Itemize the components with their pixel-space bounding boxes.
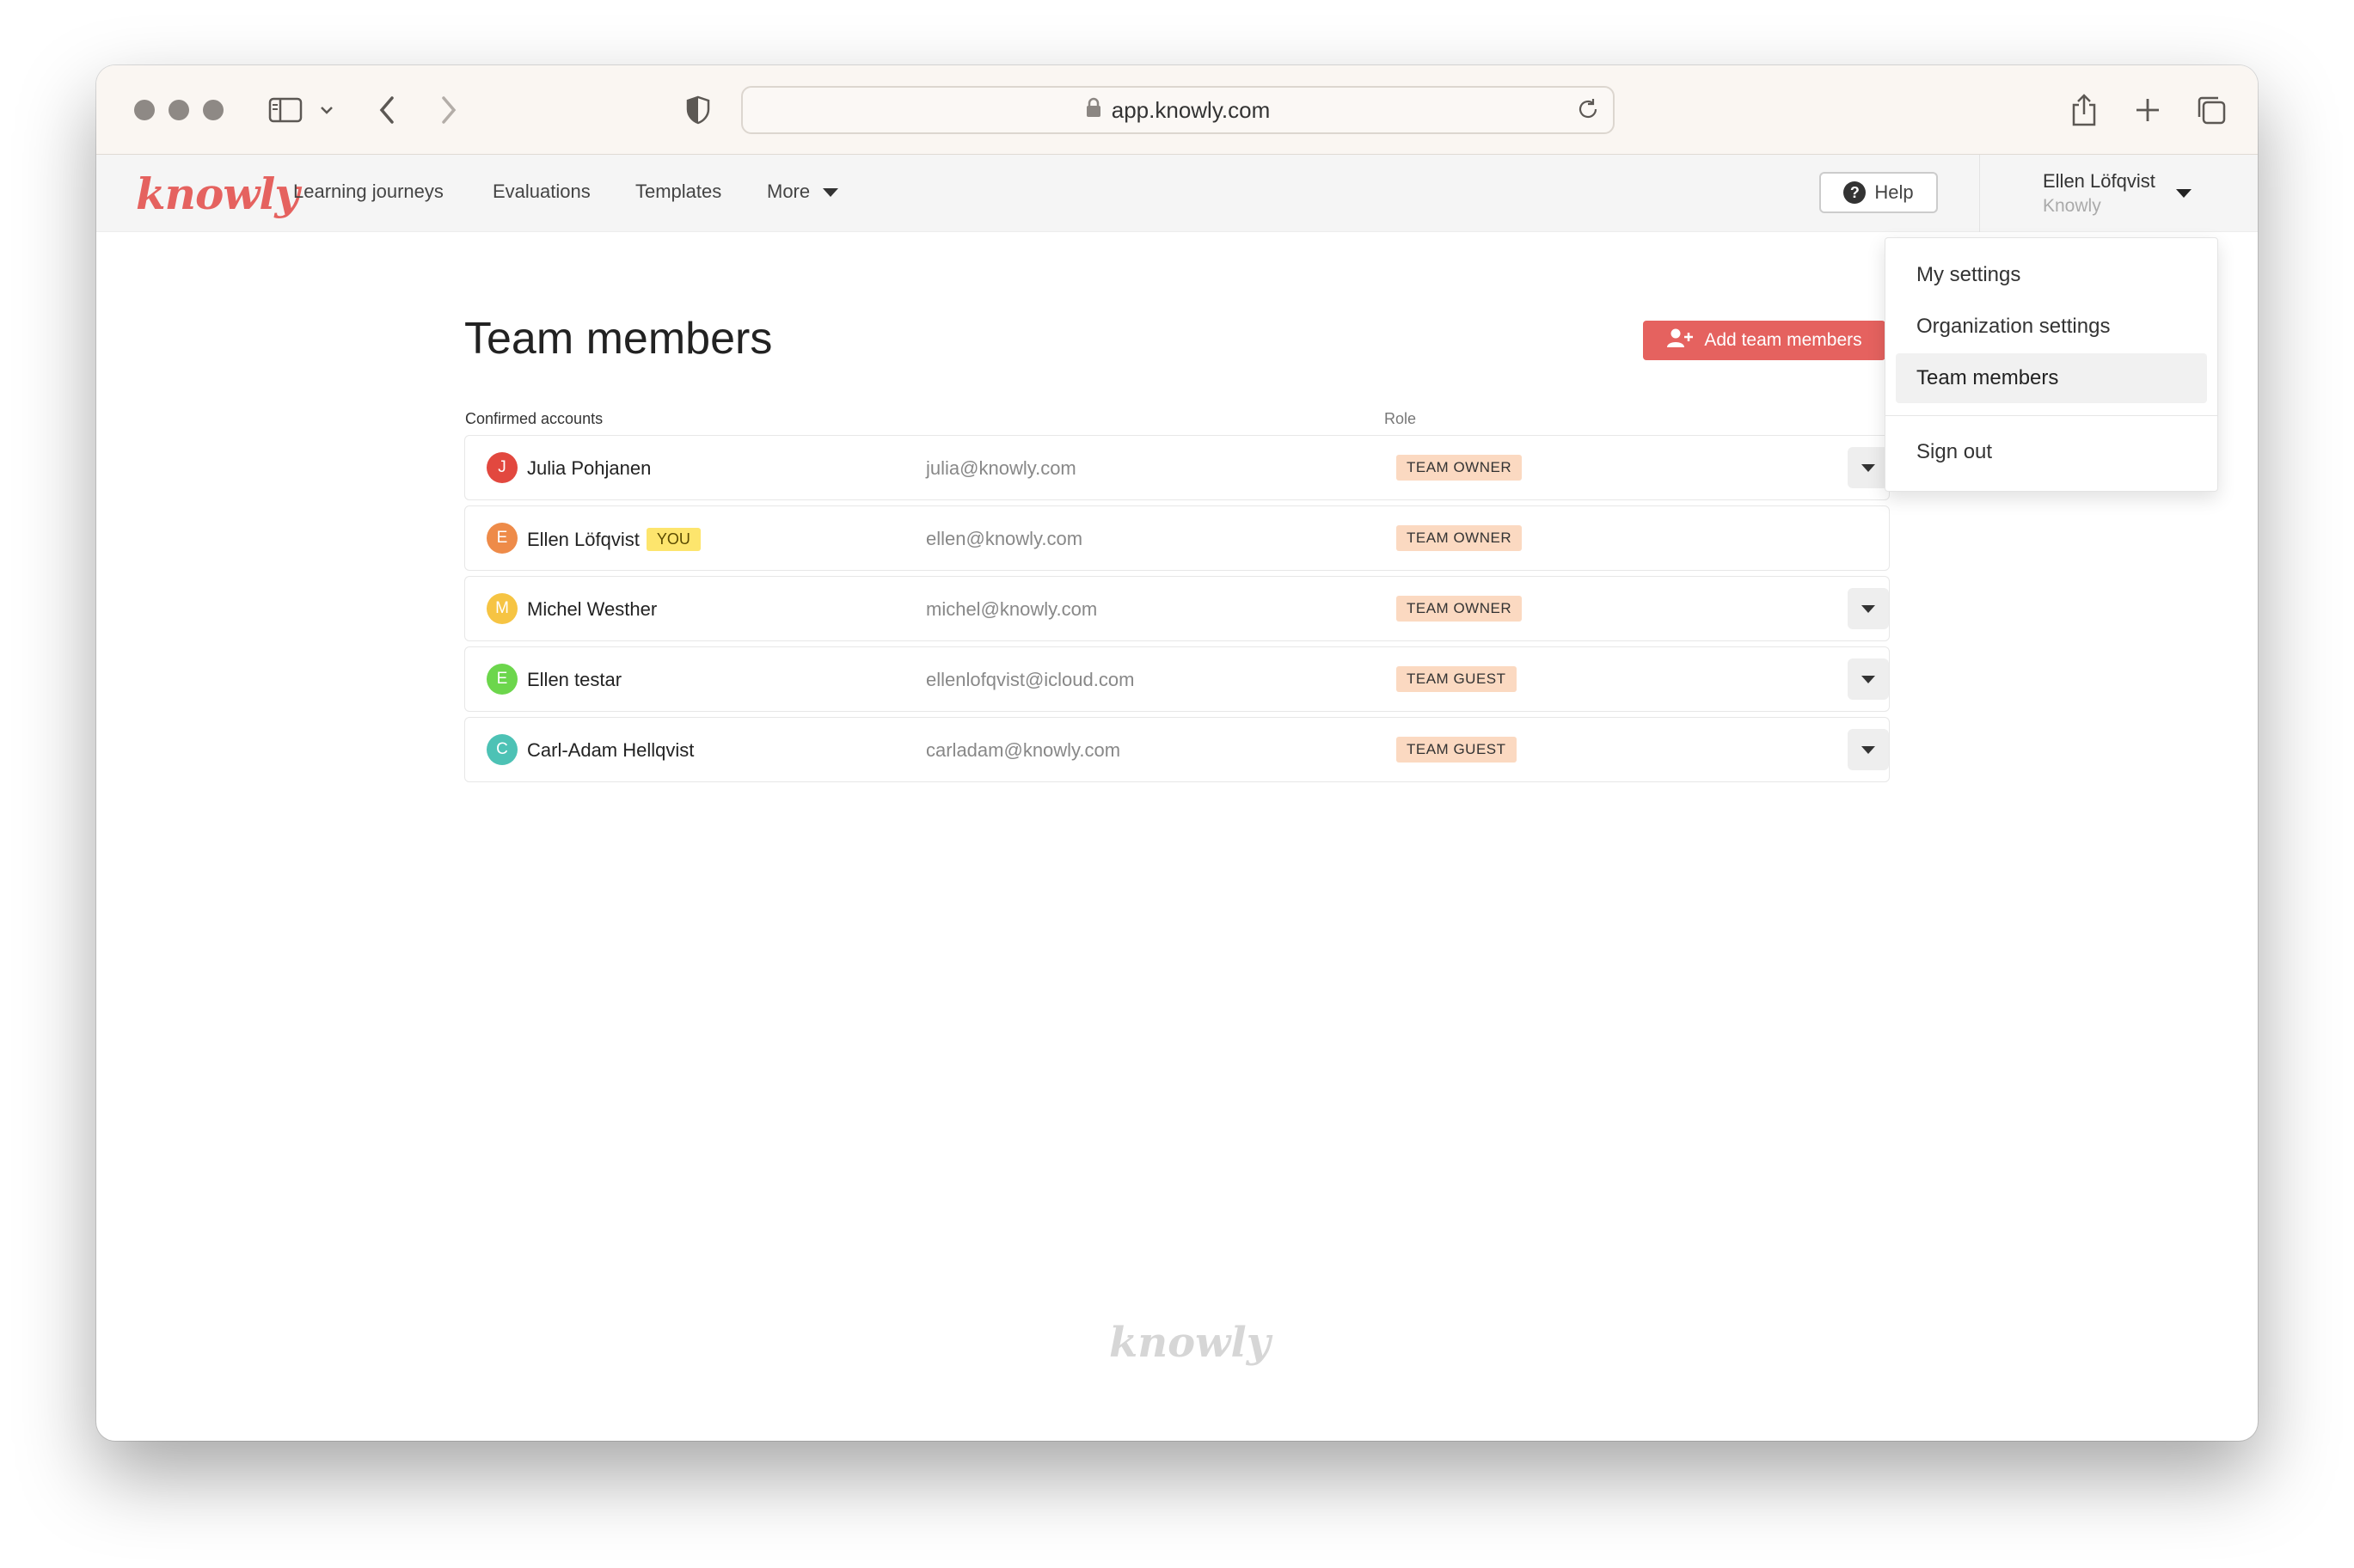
caret-down-icon: [1861, 604, 1875, 613]
avatar: J: [487, 452, 518, 483]
member-name: Ellen testar: [527, 669, 622, 690]
member-name: Julia Pohjanen: [527, 457, 652, 479]
menu-item-my-settings[interactable]: My settings: [1896, 250, 2207, 300]
member-actions-button[interactable]: [1848, 729, 1889, 770]
reload-icon[interactable]: [1575, 96, 1601, 128]
member-name: Carl-Adam Hellqvist: [527, 739, 695, 761]
url-text: app.knowly.com: [1111, 96, 1271, 123]
nav-templates[interactable]: Templates: [635, 181, 721, 203]
caret-down-icon: [1861, 463, 1875, 472]
role-badge: TEAM OWNER: [1396, 455, 1523, 481]
menu-item-sign-out[interactable]: Sign out: [1896, 427, 2207, 477]
confirmed-accounts-heading: Confirmed accounts: [465, 410, 604, 427]
back-icon[interactable]: [370, 89, 404, 131]
avatar: M: [487, 593, 518, 624]
member-name: Ellen Löfqvist YOU: [527, 528, 701, 551]
avatar: C: [487, 734, 518, 765]
you-badge: YOU: [646, 528, 701, 551]
member-actions-button[interactable]: [1848, 447, 1889, 488]
minimize-window-button[interactable]: [169, 100, 189, 120]
member-row: E Ellen Löfqvist YOU ellen@knowly.com TE…: [464, 505, 1890, 571]
menu-item-team-members[interactable]: Team members: [1896, 353, 2207, 403]
role-badge: TEAM GUEST: [1396, 737, 1517, 763]
nav-learning-journeys[interactable]: Learning journeys: [293, 181, 444, 203]
user-dropdown-menu: My settings Organization settings Team m…: [1885, 237, 2218, 492]
share-icon[interactable]: [2065, 89, 2103, 131]
forward-icon[interactable]: [432, 89, 466, 131]
new-tab-icon[interactable]: [2129, 89, 2167, 131]
caret-down-icon: [822, 181, 839, 203]
member-email: ellen@knowly.com: [926, 528, 1083, 549]
user-menu-trigger[interactable]: Ellen Löfqvist Knowly: [2043, 170, 2155, 217]
avatar: E: [487, 523, 518, 554]
menu-item-organization-settings[interactable]: Organization settings: [1896, 302, 2207, 352]
zoom-window-button[interactable]: [203, 100, 224, 120]
nav-more-label: More: [767, 181, 811, 202]
user-name: Ellen Löfqvist: [2043, 170, 2155, 192]
nav-more[interactable]: More: [767, 181, 839, 203]
page-title: Team members: [464, 314, 773, 364]
help-icon: ?: [1843, 181, 1867, 204]
add-team-members-label: Add team members: [1704, 330, 1862, 350]
member-actions-button[interactable]: [1848, 588, 1889, 629]
role-badge: TEAM OWNER: [1396, 596, 1523, 622]
tab-overview-icon[interactable]: [2192, 89, 2230, 131]
add-user-icon: [1666, 328, 1694, 353]
address-bar[interactable]: app.knowly.com: [741, 86, 1615, 134]
member-row: M Michel Westher michel@knowly.com TEAM …: [464, 576, 1890, 641]
member-email: julia@knowly.com: [926, 457, 1076, 479]
role-badge: TEAM GUEST: [1396, 666, 1517, 692]
menu-divider: [1885, 415, 2217, 416]
help-label: Help: [1874, 181, 1914, 203]
member-row: J Julia Pohjanen julia@knowly.com TEAM O…: [464, 435, 1890, 500]
help-button[interactable]: ? Help: [1819, 172, 1938, 213]
user-organization: Knowly: [2043, 196, 2101, 216]
shield-icon[interactable]: [681, 89, 715, 131]
member-row: E Ellen testar ellenlofqvist@icloud.com …: [464, 646, 1890, 712]
sidebar-toggle-icon[interactable]: [265, 89, 306, 131]
browser-window: app.knowly.com knowly Learning journeys …: [96, 65, 2258, 1441]
caret-down-icon: [1861, 675, 1875, 683]
avatar: E: [487, 664, 518, 695]
knowly-logo[interactable]: knowly: [136, 168, 299, 219]
browser-toolbar: app.knowly.com: [96, 65, 2258, 155]
chevron-down-icon[interactable]: [315, 89, 339, 131]
user-menu-divider: [1979, 155, 1980, 232]
role-badge: TEAM OWNER: [1396, 525, 1523, 551]
member-email: ellenlofqvist@icloud.com: [926, 669, 1135, 690]
close-window-button[interactable]: [134, 100, 155, 120]
role-column-heading: Role: [1384, 410, 1417, 427]
footer-logo: knowly: [1109, 1319, 1271, 1367]
add-team-members-button[interactable]: Add team members: [1643, 321, 1885, 360]
caret-down-icon: [1861, 745, 1875, 754]
member-name: Michel Westher: [527, 598, 658, 620]
member-row: C Carl-Adam Hellqvist carladam@knowly.co…: [464, 717, 1890, 782]
member-actions-button[interactable]: [1848, 658, 1889, 700]
member-email: michel@knowly.com: [926, 598, 1098, 620]
app-header: knowly Learning journeys Evaluations Tem…: [96, 155, 2258, 232]
member-email: carladam@knowly.com: [926, 739, 1121, 761]
user-menu-caret-icon[interactable]: [2175, 187, 2192, 203]
lock-icon: [1086, 97, 1101, 124]
nav-evaluations[interactable]: Evaluations: [493, 181, 591, 203]
